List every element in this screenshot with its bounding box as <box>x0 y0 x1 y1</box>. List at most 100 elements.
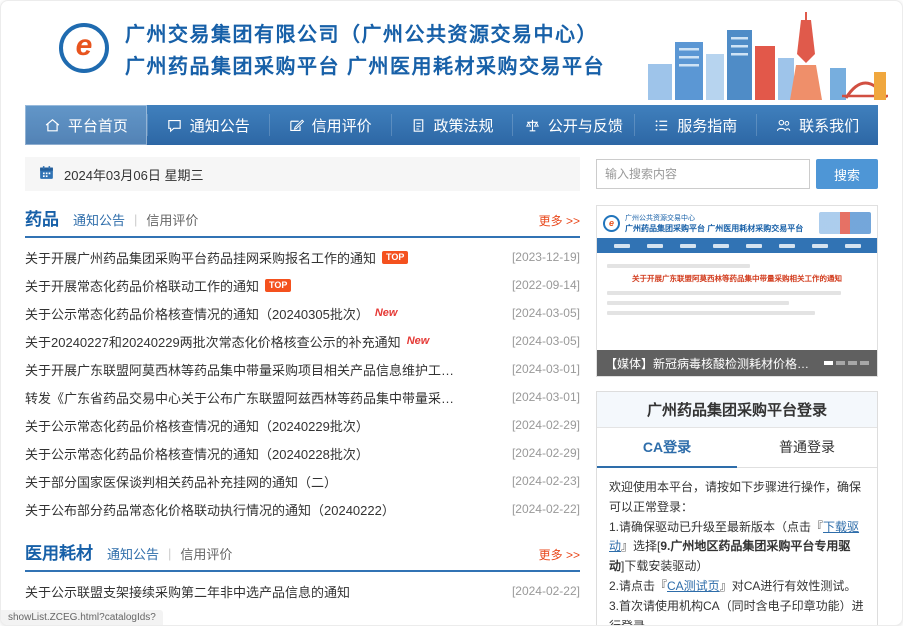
notice-date: [2022-09-14] <box>502 278 580 292</box>
nav-item-label: 服务指南 <box>677 115 737 136</box>
notice-link[interactable]: 关于公布部分药品常态化价格联动执行情况的通知（20240222） <box>25 500 395 519</box>
notice-row: 关于公示常态化药品价格核查情况的通知（20240305批次） New [2024… <box>25 299 580 327</box>
consumables-sub-tabs: 通知公告 | 信用评价 <box>107 544 232 564</box>
drug-section: 药品 通知公告 | 信用评价 更多 >> 关于开展广州药品集团采购平台药品挂网采… <box>25 205 580 523</box>
tab-drug-credit[interactable]: 信用评价 <box>146 210 198 229</box>
notice-row: 关于公示常态化药品价格核查情况的通知（20240228批次） [2024-02-… <box>25 439 580 467</box>
people-icon <box>775 117 792 134</box>
step-text: 』选择[ <box>621 539 660 553</box>
notice-row: 关于公示常态化药品价格核查情况的通知（20240229批次） [2024-02-… <box>25 411 580 439</box>
consumables-section-header: 医用耗材 通知公告 | 信用评价 更多 >> <box>25 539 580 572</box>
notice-date: [2024-03-01] <box>502 390 580 404</box>
login-panel-title: 广州药品集团采购平台登录 <box>597 392 877 428</box>
carousel-dot[interactable] <box>836 361 845 365</box>
search-input[interactable] <box>596 159 810 189</box>
drug-section-header: 药品 通知公告 | 信用评价 更多 >> <box>25 205 580 238</box>
consumables-more-link[interactable]: 更多 >> <box>539 546 580 564</box>
tab-drug-notices[interactable]: 通知公告 <box>73 210 125 229</box>
nav-item-label: 公开与反馈 <box>548 115 623 136</box>
login-welcome-text: 欢迎使用本平台，请按如下步骤进行操作，确保可以正常登录： <box>609 478 865 518</box>
preview-placeholder-line <box>607 301 789 305</box>
notice-date: [2024-03-01] <box>502 362 580 376</box>
login-step-2: 2.请点击『CA测试页』对CA进行有效性测试。 <box>609 577 865 597</box>
step-text: 1.请确保驱动已升级至最新版本（点击『 <box>609 520 823 534</box>
notice-link[interactable]: 关于20240227和20240229两批次常态化价格核查公示的补充通知 <box>25 332 401 351</box>
preview-placeholder-line <box>607 264 750 268</box>
carousel-indicators <box>824 361 869 365</box>
notice-link[interactable]: 关于开展常态化药品价格联动工作的通知 <box>25 276 259 295</box>
notice-link[interactable]: 关于部分国家医保谈判相关药品补充挂网的通知（二） <box>25 472 337 491</box>
preview-placeholder-line <box>607 291 841 295</box>
preview-headline: 关于开展广东联盟阿莫西林等药品集中带量采购相关工作的通知 <box>621 274 853 285</box>
nav-item-guide[interactable]: 服务指南 <box>634 105 756 145</box>
login-instructions: 欢迎使用本平台，请按如下步骤进行操作，确保可以正常登录： 1.请确保驱动已升级至… <box>597 468 877 626</box>
notice-row: 关于部分国家医保谈判相关药品补充挂网的通知（二） [2024-02-23] <box>25 467 580 495</box>
list-icon <box>653 117 670 134</box>
nav-item-contact[interactable]: 联系我们 <box>756 105 878 145</box>
main-content: 药品 通知公告 | 信用评价 更多 >> 关于开展广州药品集团采购平台药品挂网采… <box>25 205 878 626</box>
consumables-section: 医用耗材 通知公告 | 信用评价 更多 >> 关于公示联盟支架接续采购第二年非中… <box>25 539 580 605</box>
notice-badge: TOP <box>265 279 291 292</box>
notice-date: [2024-03-05] <box>502 306 580 320</box>
news-carousel[interactable]: e 广州公共资源交易中心 广州药品集团采购平台 广州医用耗材采购交易平台 关于开… <box>596 205 878 377</box>
preview-placeholder-line <box>607 311 815 315</box>
preview-nav-strip <box>597 238 877 253</box>
current-date: 2024年03月06日 星期三 <box>25 157 580 191</box>
notice-link[interactable]: 关于开展广州药品集团采购平台药品挂网采购报名工作的通知 <box>25 248 376 267</box>
site-title-line1: 广州交易集团有限公司（广州公共资源交易中心） <box>125 19 605 51</box>
consumables-section-title: 医用耗材 <box>25 539 93 564</box>
notice-link[interactable]: 转发《广东省药品交易中心关于公布广东联盟阿兹西林等药品集中带量采购相关中选结果的… <box>25 388 455 407</box>
carousel-dot[interactable] <box>860 361 869 365</box>
notice-link[interactable]: 关于公示联盟支架接续采购第二年非中选产品信息的通知 <box>25 582 350 601</box>
edit-icon <box>288 117 305 134</box>
login-step-1: 1.请确保驱动已升级至最新版本（点击『下载驱动』选择[9.广州地区药品集团采购平… <box>609 518 865 577</box>
tab-consumables-credit[interactable]: 信用评价 <box>180 544 232 563</box>
nav-item-home[interactable]: 平台首页 <box>25 105 147 145</box>
chat-bubble-icon <box>166 117 183 134</box>
carousel-dot[interactable] <box>824 361 833 365</box>
notice-row: 关于开展常态化药品价格联动工作的通知 TOP [2022-09-14] <box>25 271 580 299</box>
notice-badge: TOP <box>382 251 408 264</box>
nav-item-credit[interactable]: 信用评价 <box>269 105 391 145</box>
ca-test-page-link[interactable]: CA测试页 <box>667 579 720 593</box>
nav-item-policies[interactable]: 政策法规 <box>391 105 513 145</box>
toolbar: 2024年03月06日 星期三 搜索 <box>25 157 878 191</box>
notice-link[interactable]: 关于开展广东联盟阿莫西林等药品集中带量采购项目相关产品信息维护工作的通知 <box>25 360 455 379</box>
notice-date: [2024-02-23] <box>502 474 580 488</box>
carousel-caption-bar: 【媒体】新冠病毒核酸检测耗材价格下调了！ <box>597 350 877 376</box>
site-title-line2: 广州药品集团采购平台 广州医用耗材采购交易平台 <box>125 51 605 83</box>
scales-icon <box>524 117 541 134</box>
notice-row: 转发《广东省药品交易中心关于公布广东联盟阿兹西林等药品集中带量采购相关中选结果的… <box>25 383 580 411</box>
preview-platform: 广州药品集团采购平台 广州医用耗材采购交易平台 <box>625 223 803 234</box>
tab-consumables-notices[interactable]: 通知公告 <box>107 544 159 563</box>
step-text: 』对CA进行有效性测试。 <box>720 579 857 593</box>
login-panel: 广州药品集团采购平台登录 CA登录 普通登录 欢迎使用本平台，请按如下步骤进行操… <box>596 391 878 626</box>
carousel-dot[interactable] <box>848 361 857 365</box>
notice-row: 关于20240227和20240229两批次常态化价格核查公示的补充通知 New… <box>25 327 580 355</box>
notice-link[interactable]: 关于公示常态化药品价格核查情况的通知（20240305批次） <box>25 304 369 323</box>
calendar-icon <box>38 164 55 184</box>
date-text: 2024年03月06日 星期三 <box>64 165 203 184</box>
city-skyline-illustration <box>648 10 888 105</box>
notice-date: [2024-02-29] <box>502 418 580 432</box>
drug-section-title: 药品 <box>25 205 59 230</box>
notice-row: 关于公示联盟支架接续采购第二年非中选产品信息的通知 [2024-02-22] <box>25 577 580 605</box>
nav-item-notices[interactable]: 通知公告 <box>147 105 269 145</box>
notice-date: [2024-02-29] <box>502 446 580 460</box>
tab-ca-login[interactable]: CA登录 <box>597 428 737 468</box>
search-bar: 搜索 <box>596 159 878 189</box>
notice-link[interactable]: 关于公示常态化药品价格核查情况的通知（20240229批次） <box>25 416 369 435</box>
notice-date: [2023-12-19] <box>502 250 580 264</box>
nav-item-feedback[interactable]: 公开与反馈 <box>512 105 634 145</box>
preview-logo-icon: e <box>603 215 620 232</box>
notice-row: 关于公布部分药品常态化价格联动执行情况的通知（20240222） [2024-0… <box>25 495 580 523</box>
tab-normal-login[interactable]: 普通登录 <box>737 428 877 467</box>
notice-link[interactable]: 关于公示常态化药品价格核查情况的通知（20240228批次） <box>25 444 369 463</box>
drug-more-link[interactable]: 更多 >> <box>539 212 580 230</box>
nav-item-label: 平台首页 <box>68 115 128 136</box>
search-button[interactable]: 搜索 <box>816 159 878 189</box>
left-column: 药品 通知公告 | 信用评价 更多 >> 关于开展广州药品集团采购平台药品挂网采… <box>25 205 580 626</box>
document-icon <box>410 117 427 134</box>
nav-item-label: 通知公告 <box>190 115 250 136</box>
notice-row: 关于开展广州药品集团采购平台药品挂网采购报名工作的通知 TOP [2023-12… <box>25 243 580 271</box>
